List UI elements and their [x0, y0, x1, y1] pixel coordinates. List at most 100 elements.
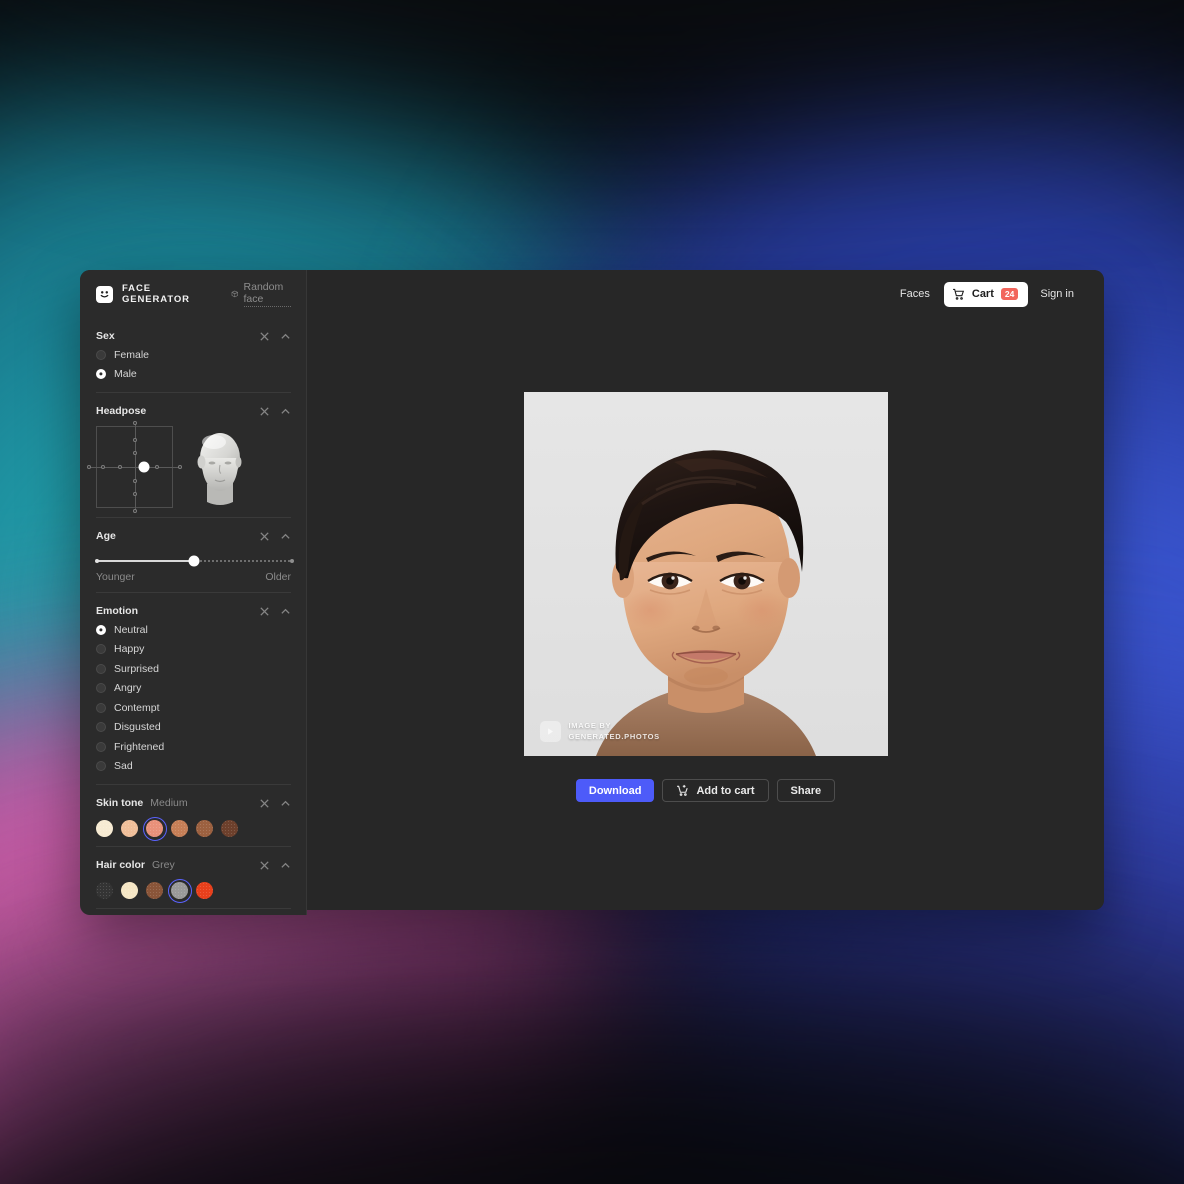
radio-indicator — [96, 369, 106, 380]
radio-label: Male — [114, 368, 137, 381]
headpose-xy-pad[interactable] — [87, 421, 182, 513]
section-headpose-header: Headpose — [96, 403, 291, 419]
section-sex-title: Sex — [96, 330, 115, 342]
chevron-up-icon[interactable] — [280, 331, 291, 342]
skin-tone-swatch-0[interactable] — [96, 820, 113, 837]
swatch-texture — [121, 820, 138, 837]
3d-head-preview — [197, 433, 242, 505]
swatch-texture — [146, 882, 163, 899]
radio-sex-male[interactable]: Male — [96, 366, 291, 384]
share-label: Share — [790, 784, 822, 797]
slider-cap-right — [290, 559, 294, 563]
headpose-tick — [132, 437, 137, 442]
shopping-cart-icon — [952, 288, 964, 300]
section-skin-tone: Skin tone Medium — [96, 784, 291, 846]
close-icon[interactable] — [259, 331, 270, 342]
hair-color-swatch-0[interactable] — [96, 882, 113, 899]
watermark-line-2: GENERATED.PHOTOS — [568, 731, 660, 741]
swatch-texture — [146, 820, 163, 837]
age-slider[interactable] — [95, 552, 294, 570]
close-icon[interactable] — [259, 531, 270, 542]
radio-label: Frightened — [114, 740, 165, 753]
skin-tone-swatch-2[interactable] — [142, 816, 167, 841]
close-icon[interactable] — [259, 860, 270, 871]
radio-indicator — [96, 683, 106, 694]
hair-color-swatch-4[interactable] — [196, 882, 213, 899]
radio-indicator — [96, 624, 106, 635]
close-icon[interactable] — [259, 406, 270, 417]
age-slider-handle[interactable] — [188, 555, 199, 567]
radio-emotion-angry[interactable]: Angry — [96, 680, 291, 698]
skin-tone-swatch-3[interactable] — [171, 820, 188, 837]
section-age-title: Age — [96, 530, 116, 542]
close-icon[interactable] — [259, 606, 270, 617]
section-hair-color-value: Grey — [152, 859, 175, 871]
preview-area: IMAGE BY GENERATED.PHOTOS Download Add t… — [307, 318, 1104, 910]
hair-color-swatch-1[interactable] — [121, 882, 138, 899]
radio-label: Surprised — [114, 662, 159, 675]
nav-faces-link[interactable]: Faces — [886, 288, 944, 300]
controls-sidebar: FACE GENERATOR Random face Sex Female Ma… — [80, 270, 307, 915]
headpose-tick — [87, 465, 91, 469]
radio-indicator — [96, 741, 106, 752]
random-face-label: Random face — [243, 281, 291, 307]
chevron-up-icon[interactable] — [280, 531, 291, 542]
radio-label: Contempt — [114, 701, 160, 714]
radio-indicator — [96, 349, 106, 360]
chevron-up-icon[interactable] — [280, 798, 291, 809]
radio-indicator — [96, 722, 106, 733]
hair-color-swatch-3[interactable] — [167, 878, 192, 903]
skin-tone-swatch-5[interactable] — [221, 820, 238, 837]
headpose-tick — [132, 478, 137, 483]
generated-photos-logo — [539, 721, 561, 742]
headpose-tick — [178, 465, 182, 469]
watermark: IMAGE BY GENERATED.PHOTOS — [539, 721, 660, 742]
hair-color-swatch-2[interactable] — [146, 882, 163, 899]
close-icon[interactable] — [259, 798, 270, 809]
age-max-label: Older — [265, 571, 291, 583]
skin-tone-swatch-1[interactable] — [121, 820, 138, 837]
download-button[interactable]: Download — [575, 779, 655, 802]
share-button[interactable]: Share — [776, 779, 836, 802]
radio-emotion-surprised[interactable]: Surprised — [96, 660, 291, 678]
section-sex-header: Sex — [96, 328, 291, 344]
section-headpose: Headpose — [87, 392, 291, 517]
add-to-cart-button[interactable]: Add to cart — [662, 779, 769, 802]
swatch-texture — [196, 882, 213, 899]
radio-emotion-sad[interactable]: Sad — [96, 758, 291, 776]
add-to-cart-label: Add to cart — [696, 784, 755, 797]
app-window: FACE GENERATOR Random face Sex Female Ma… — [80, 270, 1104, 915]
radio-label: Neutral — [114, 623, 148, 636]
chevron-up-icon[interactable] — [280, 406, 291, 417]
radio-emotion-disgusted[interactable]: Disgusted — [96, 719, 291, 737]
chevron-up-icon[interactable] — [280, 606, 291, 617]
top-navigation: Faces Cart 24 Sign in — [886, 270, 1104, 318]
radio-indicator — [96, 702, 106, 713]
cart-count-badge: 24 — [1000, 288, 1019, 300]
section-skin-tone-value: Medium — [150, 797, 188, 809]
radio-emotion-contempt[interactable]: Contempt — [96, 699, 291, 717]
radio-label: Sad — [114, 760, 133, 773]
radio-emotion-happy[interactable]: Happy — [96, 641, 291, 659]
random-face-button[interactable]: Random face — [231, 281, 291, 307]
brand-name: FACE GENERATOR — [122, 283, 190, 305]
skin-tone-swatch-4[interactable] — [196, 820, 213, 837]
generated-face-image[interactable]: IMAGE BY GENERATED.PHOTOS — [523, 392, 888, 756]
swatch-texture — [96, 820, 113, 837]
download-label: Download — [588, 784, 642, 797]
smiley-face-icon — [96, 285, 113, 303]
radio-emotion-neutral[interactable]: Neutral — [96, 621, 291, 639]
radio-sex-female[interactable]: Female — [96, 346, 291, 364]
sign-in-link[interactable]: Sign in — [1028, 288, 1086, 300]
headpose-tick — [117, 465, 122, 469]
section-skin-tone-header: Skin tone Medium — [96, 795, 291, 811]
chevron-up-icon[interactable] — [280, 860, 291, 871]
section-emotion-title: Emotion — [96, 605, 138, 617]
headpose-tick — [132, 492, 137, 497]
cart-label: Cart — [971, 288, 994, 300]
headpose-handle[interactable] — [138, 461, 149, 473]
emotion-option-list: Neutral Happy Surprised Angry Contempt Disgus… — [96, 621, 291, 775]
cart-button[interactable]: Cart 24 — [943, 281, 1029, 307]
section-skin-tone-title: Skin tone — [96, 797, 144, 809]
radio-emotion-frightened[interactable]: Frightened — [96, 738, 291, 756]
